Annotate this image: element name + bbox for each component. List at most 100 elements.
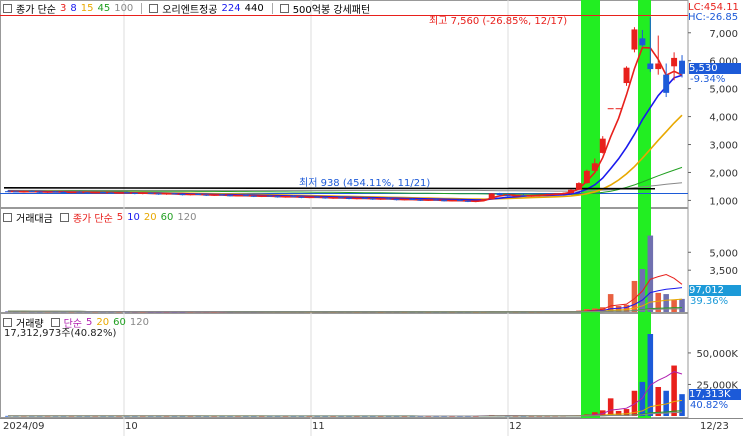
price-y-tick-label: 2,000 bbox=[709, 168, 738, 179]
price-ma-100: 100 bbox=[114, 3, 134, 14]
legend-checkbox[interactable] bbox=[279, 4, 289, 13]
x-label-oct: 10 bbox=[125, 421, 138, 432]
candle-body bbox=[28, 190, 35, 192]
candle-body bbox=[266, 195, 273, 197]
candle-body bbox=[536, 194, 543, 196]
candle-body bbox=[322, 197, 329, 199]
candle-body bbox=[615, 108, 622, 110]
candle-body bbox=[242, 195, 249, 197]
legend-checkbox[interactable] bbox=[3, 318, 12, 327]
candle-body bbox=[385, 198, 392, 200]
high-annotation: 최고 7,560 (-26.85%, 12/17) bbox=[429, 16, 568, 27]
candle-body bbox=[528, 195, 535, 197]
volume-ma-5: 5 bbox=[86, 317, 93, 328]
candle-body bbox=[512, 195, 519, 197]
legend-separator bbox=[141, 3, 143, 14]
candle-body bbox=[409, 199, 416, 201]
candle-body bbox=[219, 194, 226, 196]
candle-body bbox=[417, 199, 424, 201]
candle-body bbox=[163, 193, 170, 195]
amount-bar bbox=[671, 300, 677, 312]
candle-body bbox=[155, 193, 162, 195]
amount-legend: 거래대금 종가 단순 5 10 20 60 120 bbox=[0, 210, 200, 225]
amount-y-tick-label: 5,000 bbox=[709, 248, 738, 259]
legend-checkbox[interactable] bbox=[50, 318, 60, 327]
amount-title: 거래대금 bbox=[16, 214, 53, 225]
legend-checkbox[interactable] bbox=[59, 213, 69, 222]
volume-pct-label: 40.82% bbox=[690, 400, 729, 411]
amount-current-label: 97,012 bbox=[689, 285, 741, 296]
volume-y-tick-label: 50,000K bbox=[696, 349, 738, 360]
candle-body bbox=[179, 193, 186, 196]
candle-body bbox=[599, 138, 606, 153]
candle-body bbox=[227, 195, 233, 197]
candle-body bbox=[290, 196, 297, 198]
volume-bar bbox=[607, 398, 614, 416]
candle-body bbox=[187, 193, 194, 196]
hc-label: HC:-26.85 bbox=[688, 12, 739, 23]
candle-body bbox=[108, 192, 115, 194]
candle-body bbox=[116, 192, 122, 194]
candle-body bbox=[147, 192, 154, 194]
price-current-label: 5,530 bbox=[689, 63, 741, 74]
candle-body bbox=[36, 191, 43, 193]
price-ma-15: 15 bbox=[80, 3, 94, 14]
candle-body bbox=[306, 196, 313, 198]
amount-ma-10: 10 bbox=[127, 212, 140, 223]
candle-body bbox=[544, 194, 551, 196]
legend-separator bbox=[271, 3, 273, 14]
candle-body bbox=[631, 29, 638, 50]
candle-body bbox=[250, 195, 257, 197]
candle-body bbox=[345, 197, 352, 200]
candle-body bbox=[464, 200, 471, 202]
x-label-nov: 11 bbox=[312, 421, 325, 432]
signal-highlight-band bbox=[581, 0, 600, 418]
candle-body bbox=[44, 191, 51, 193]
price-ma-45: 45 bbox=[97, 3, 111, 14]
volume-current-label: 17,313K bbox=[689, 389, 741, 400]
candle-body bbox=[123, 192, 130, 194]
price-pct-label: -9.34% bbox=[690, 74, 726, 85]
candle-body bbox=[441, 200, 448, 202]
bottom-date-label: 12/23 bbox=[700, 421, 729, 432]
candle-body bbox=[552, 193, 559, 195]
price-ma-8: 8 bbox=[70, 3, 77, 14]
legend-checkbox[interactable] bbox=[3, 4, 12, 13]
amount-ma-label: 종가 단순 bbox=[72, 214, 113, 225]
candle-body bbox=[211, 194, 218, 196]
amount-bar bbox=[679, 298, 685, 312]
candle-body bbox=[92, 192, 99, 194]
candle-body bbox=[60, 192, 67, 194]
candle-body bbox=[12, 191, 19, 193]
candle-body bbox=[401, 199, 408, 201]
volume-summary: 17,312,973주(40.82%) bbox=[4, 328, 117, 339]
price-y-tick-label: 1,000 bbox=[709, 196, 738, 207]
candle-body bbox=[4, 191, 11, 193]
candle-body bbox=[131, 192, 138, 194]
candle-body bbox=[647, 63, 654, 70]
price-y-tick-label: 4,000 bbox=[709, 113, 738, 124]
volume-bar bbox=[655, 386, 662, 416]
candle-body bbox=[258, 195, 265, 197]
amount-ma-5: 5 bbox=[116, 212, 124, 223]
candle-body bbox=[282, 196, 289, 198]
amount-y-tick-label: 3,500 bbox=[709, 266, 738, 277]
candle-body bbox=[195, 193, 202, 195]
legend-checkbox[interactable] bbox=[3, 213, 12, 222]
x-label-dec: 12 bbox=[509, 421, 522, 432]
candle-body bbox=[457, 200, 463, 202]
candle-body bbox=[76, 191, 83, 193]
indicator2-name: 500억봉 강세패턴 bbox=[292, 5, 371, 16]
candle-body bbox=[330, 197, 337, 199]
candle-body bbox=[52, 191, 59, 193]
price-y-tick-label: 7,000 bbox=[709, 29, 738, 40]
candle-body bbox=[472, 200, 479, 202]
low-annotation: 최저 938 (454.11%, 11/21) bbox=[299, 178, 431, 189]
candle-body bbox=[20, 190, 27, 193]
volume-bar bbox=[647, 334, 654, 416]
legend-checkbox[interactable] bbox=[149, 4, 159, 13]
x-label-sep: 2024/09 bbox=[3, 421, 45, 432]
candle-body bbox=[274, 196, 281, 198]
candle-body bbox=[234, 195, 241, 197]
candle-body bbox=[488, 193, 495, 200]
